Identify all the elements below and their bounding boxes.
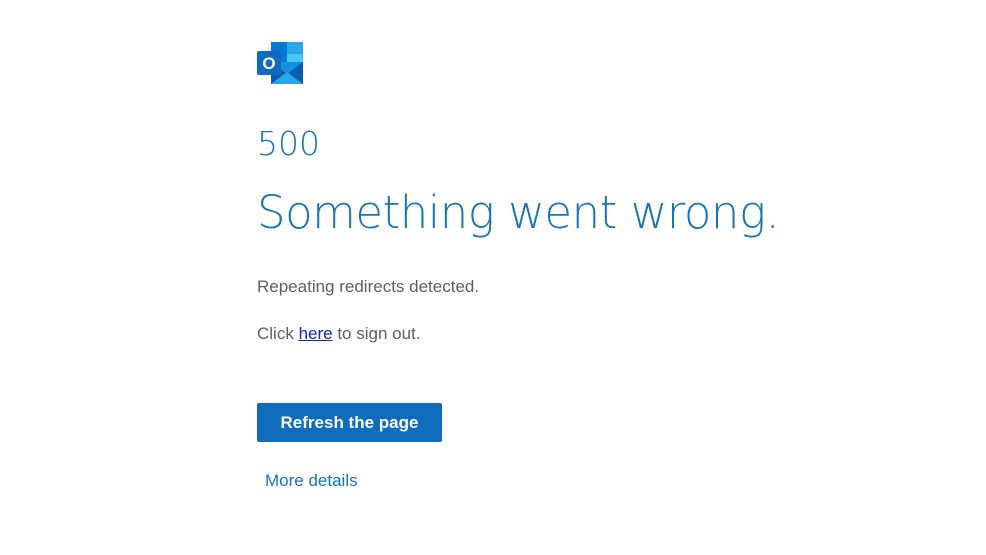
signout-suffix: to sign out. xyxy=(332,324,421,343)
signout-link[interactable]: here xyxy=(299,324,333,343)
more-details-link[interactable]: More details xyxy=(265,470,358,492)
refresh-button[interactable]: Refresh the page xyxy=(257,403,442,442)
error-headline: Something went wrong. xyxy=(257,186,780,239)
signout-prefix: Click xyxy=(257,324,299,343)
signout-line: Click here to sign out. xyxy=(257,323,420,345)
error-message: Repeating redirects detected. xyxy=(257,277,480,296)
error-code: 500 xyxy=(257,124,320,163)
error-page: O 500 Something went wrong. Repeating re… xyxy=(0,0,986,555)
svg-text:O: O xyxy=(262,54,275,73)
outlook-icon: O xyxy=(257,42,303,84)
